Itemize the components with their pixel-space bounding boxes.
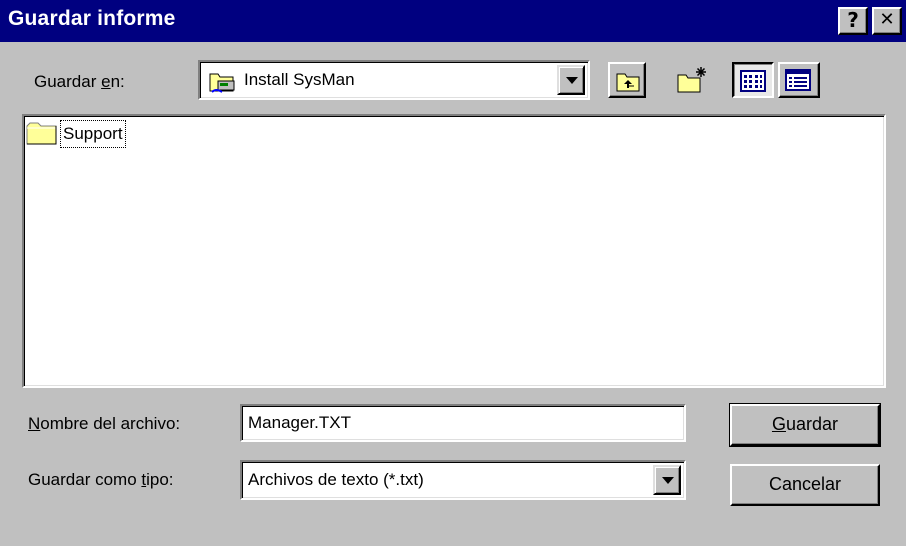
chevron-down-icon <box>566 77 578 84</box>
file-name-value: Manager.TXT <box>248 413 351 432</box>
save-in-dropdown-button[interactable] <box>557 65 585 95</box>
window-title: Guardar informe <box>8 7 176 30</box>
save-button[interactable]: Guardar <box>729 403 881 447</box>
save-in-label: Guardar en: <box>34 72 125 91</box>
file-type-label: Guardar como tipo: <box>28 470 174 489</box>
file-type-combobox[interactable]: Archivos de texto (*.txt) <box>240 460 686 500</box>
save-in-value: Install SysMan <box>244 70 355 89</box>
details-view-button[interactable] <box>778 62 820 98</box>
close-button[interactable]: ✕ <box>872 7 902 35</box>
details-view-icon <box>785 69 811 91</box>
file-type-dropdown-button[interactable] <box>653 465 681 495</box>
title-bar: Guardar informe ? ✕ <box>0 0 906 42</box>
cancel-button[interactable]: Cancelar <box>730 464 880 506</box>
save-in-combobox[interactable]: Install SysMan <box>198 60 590 100</box>
help-button[interactable]: ? <box>838 7 868 35</box>
folder-up-icon <box>616 73 640 92</box>
list-view-icon <box>740 70 766 92</box>
new-folder-button[interactable] <box>668 58 710 98</box>
chevron-down-icon <box>662 477 674 484</box>
folder-icon <box>26 122 58 151</box>
file-list[interactable]: Support <box>22 114 886 388</box>
new-folder-icon <box>677 67 706 93</box>
file-name-field[interactable]: Manager.TXT <box>240 404 686 442</box>
file-name-label: Nombre del archivo: <box>28 414 181 433</box>
list-view-button[interactable] <box>732 62 774 98</box>
up-one-level-button[interactable] <box>608 62 646 98</box>
file-type-value: Archivos de texto (*.txt) <box>248 470 424 489</box>
drive-folder-icon <box>208 68 236 99</box>
list-item-label: Support <box>60 120 126 148</box>
